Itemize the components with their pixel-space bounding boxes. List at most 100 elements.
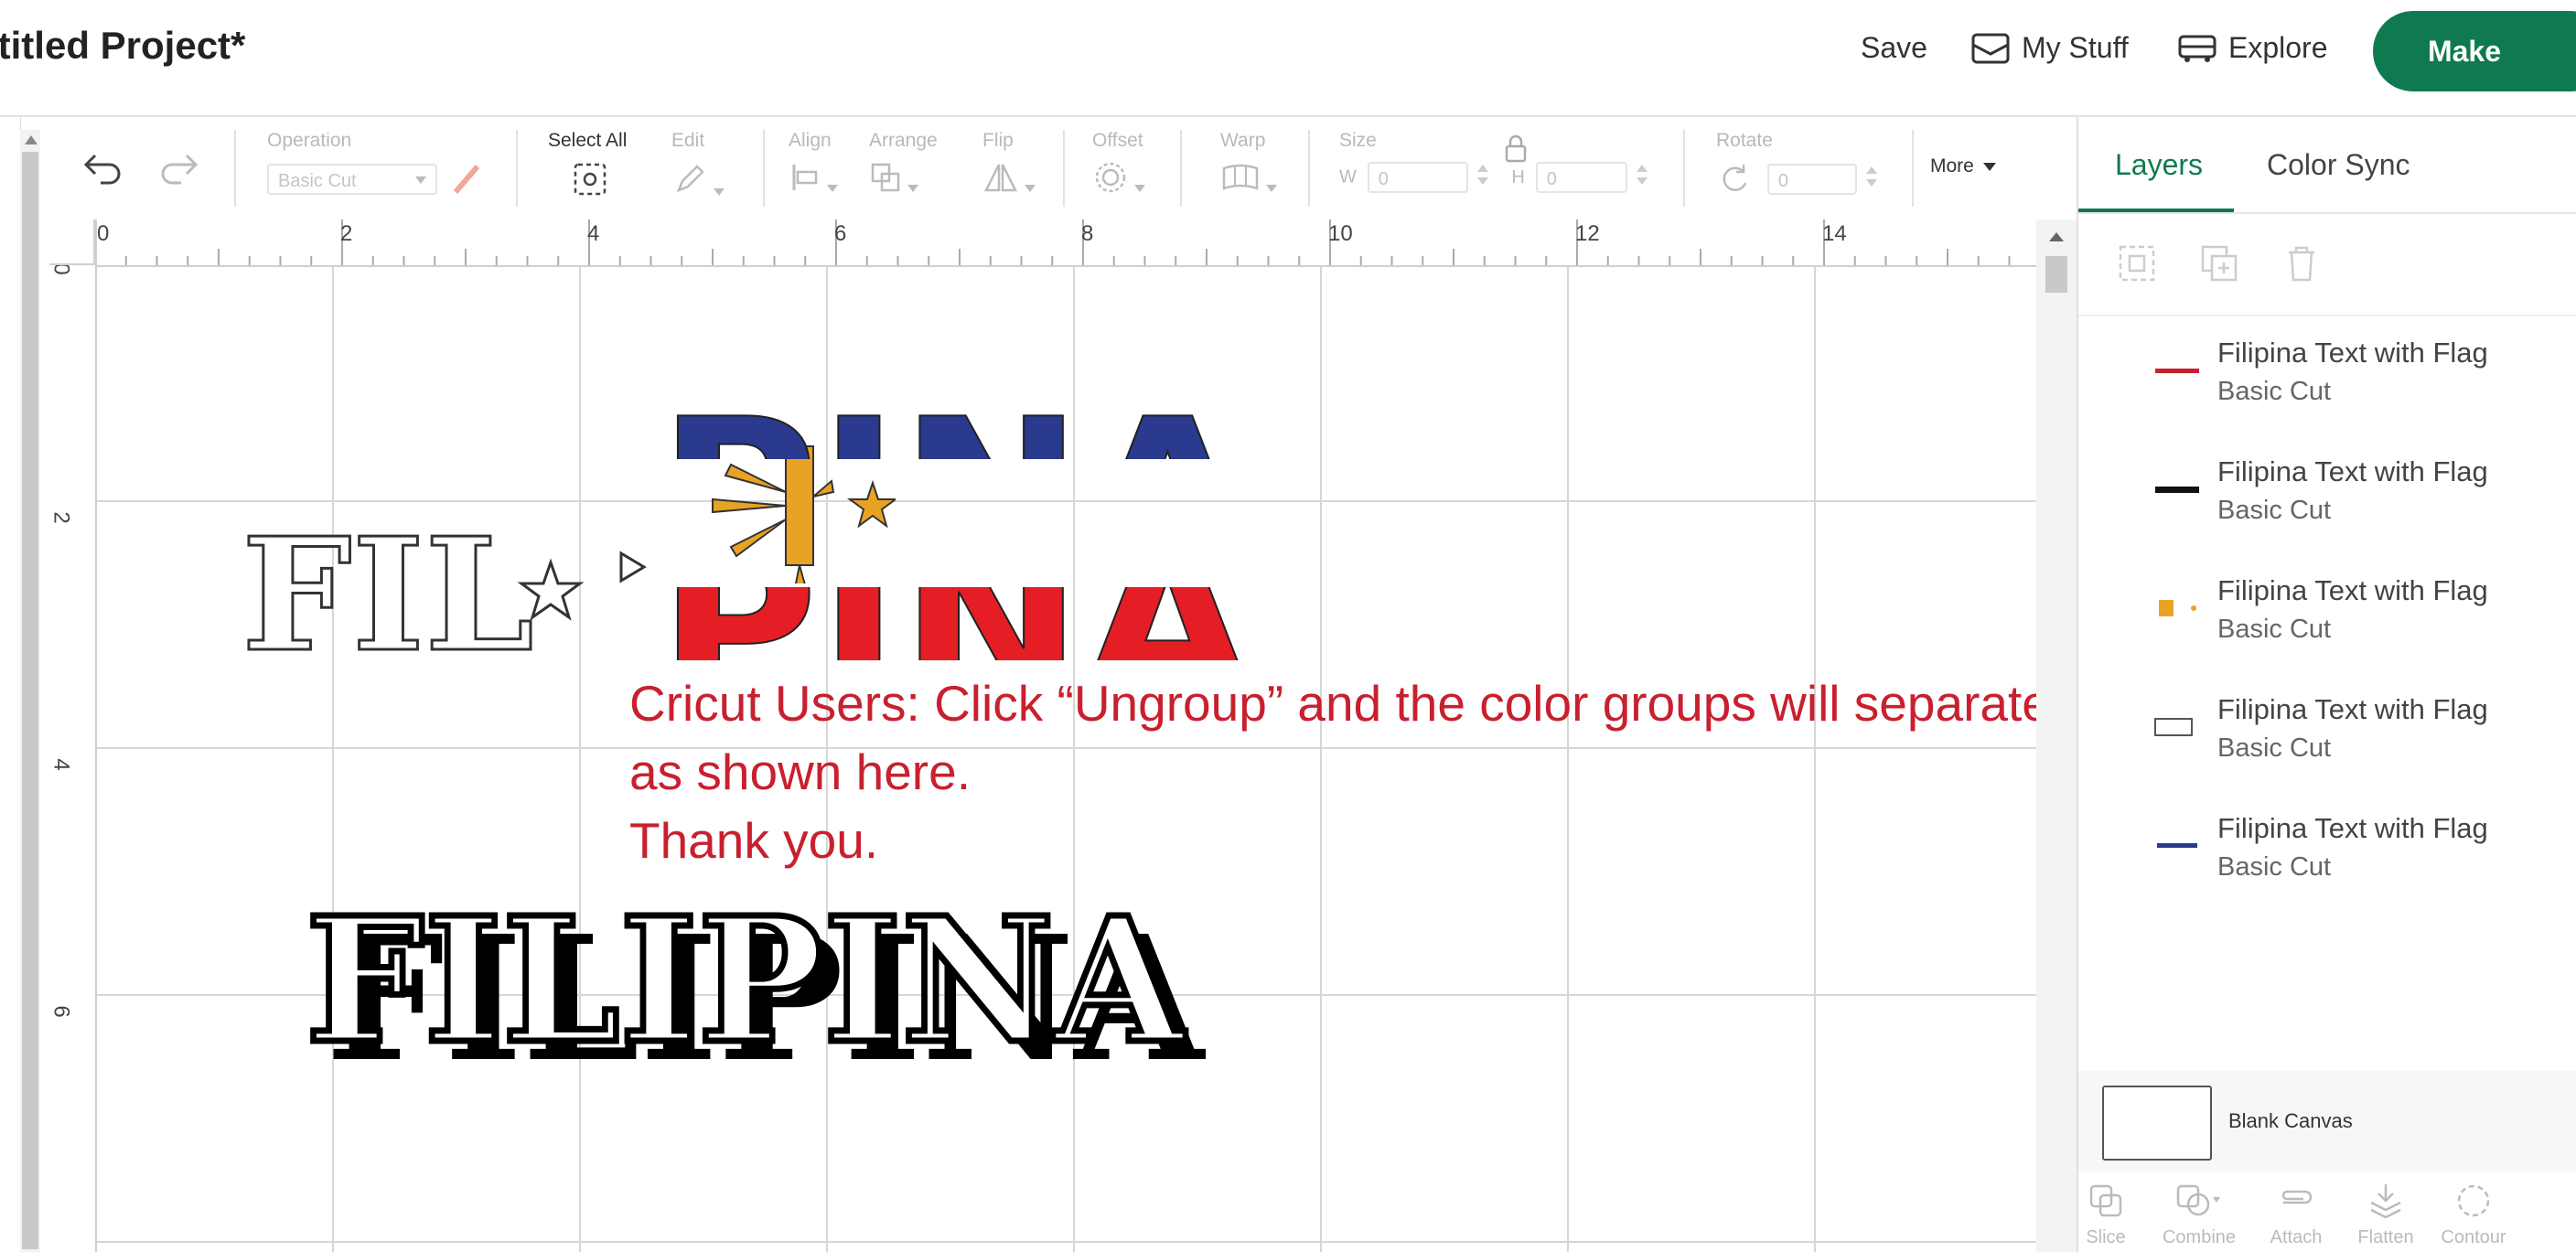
pen-color-icon[interactable]	[448, 161, 485, 198]
trash-icon[interactable]	[2281, 243, 2322, 284]
chevron-down-icon	[415, 177, 426, 184]
warp-icon	[1222, 164, 1259, 190]
flatten-button[interactable]: Flatten	[2340, 1182, 2431, 1248]
triangle-outline-icon	[619, 551, 647, 583]
undo-button[interactable]	[82, 148, 124, 189]
canvas-scrollbar[interactable]	[2036, 219, 2077, 1252]
blank-canvas-swatch[interactable]	[2102, 1086, 2212, 1161]
layer-row[interactable]: Filipina Text with Flag Basic Cut	[2078, 799, 2576, 918]
left-scrollbar[interactable]	[20, 130, 40, 1252]
layer-operation: Basic Cut	[2217, 733, 2332, 763]
scrollbar-thumb[interactable]	[22, 152, 38, 1249]
rotate-label: Rotate	[1716, 130, 1773, 151]
rotate-stepper-icon[interactable]	[1862, 163, 1886, 196]
rotate-input[interactable]: 0	[1766, 164, 1857, 195]
toolbar-divider	[1180, 130, 1182, 207]
flatten-icon	[2370, 1184, 2401, 1219]
select-all-button[interactable]: Select All	[548, 130, 627, 203]
layer-name: Filipina Text with Flag	[2217, 812, 2488, 844]
project-title[interactable]: ntitled Project*	[0, 24, 245, 68]
outline-layer-art[interactable]: FIL	[242, 503, 662, 686]
operation-select[interactable]: Basic Cut	[267, 164, 437, 195]
design-canvas[interactable]: FIL PINA PINA FILIPINA FILIPINA	[49, 219, 2036, 1252]
blue-layer-art[interactable]: PINA	[658, 395, 1261, 468]
tab-color-sync[interactable]: Color Sync	[2267, 148, 2410, 182]
edit-button[interactable]: Edit	[671, 130, 724, 203]
group-icon[interactable]	[2117, 243, 2157, 284]
operation-group: Operation Basic Cut	[267, 130, 485, 198]
ruler-label: 4	[587, 221, 600, 246]
edit-toolbar: Operation Basic Cut Select All Edit Alig…	[40, 117, 2077, 219]
toolbar-divider	[763, 130, 765, 207]
chevron-down-icon	[827, 185, 838, 193]
note-line-3: Thank you.	[629, 812, 879, 869]
chevron-down-icon	[1134, 185, 1145, 193]
make-button[interactable]: Make	[2373, 11, 2576, 91]
flatten-label: Flatten	[2357, 1227, 2414, 1247]
layer-thumbnail	[2154, 718, 2193, 736]
scroll-up-arrow-icon[interactable]	[2049, 232, 2064, 241]
combine-label: Combine	[2162, 1227, 2237, 1247]
layer-row[interactable]: Filipina Text with Flag Basic Cut	[2078, 443, 2576, 562]
blank-canvas-row[interactable]: Blank Canvas	[2078, 1071, 2576, 1172]
layer-operation: Basic Cut	[2217, 615, 2332, 644]
layer-row[interactable]: Filipina Text with Flag Basic Cut	[2078, 324, 2576, 443]
ruler-label: 2	[48, 511, 74, 524]
duplicate-icon[interactable]	[2199, 243, 2239, 284]
save-button[interactable]: Save	[1861, 31, 1927, 65]
contour-icon	[2457, 1184, 2490, 1217]
layer-row[interactable]: Filipina Text with Flag Basic Cut	[2078, 680, 2576, 799]
offset-button[interactable]: Offset	[1092, 130, 1145, 199]
height-input[interactable]: 0	[1535, 162, 1627, 193]
layer-actions-bar	[2078, 214, 2576, 316]
warp-button[interactable]: Warp	[1220, 130, 1277, 199]
align-button[interactable]: Align	[789, 130, 838, 199]
operation-value: Basic Cut	[278, 171, 357, 191]
scrollbar-thumb[interactable]	[2045, 256, 2067, 293]
redo-button[interactable]	[157, 148, 199, 189]
contour-button[interactable]: Contour	[2428, 1182, 2519, 1248]
ruler-label: 2	[340, 221, 353, 246]
left-panel-edge	[0, 117, 21, 1252]
width-label: W	[1339, 166, 1357, 187]
toolbar-divider	[234, 130, 236, 207]
filipina-word-art[interactable]: FILIPINA FILIPINA	[306, 876, 1239, 1087]
my-stuff-button[interactable]: My Stuff	[1970, 31, 2129, 65]
height-stepper-icon[interactable]	[1633, 161, 1657, 194]
toolbar-divider	[1308, 130, 1310, 207]
layer-name: Filipina Text with Flag	[2217, 574, 2488, 606]
save-label: Save	[1861, 31, 1927, 64]
lock-aspect-button[interactable]	[1502, 134, 1530, 167]
ruler-label: 6	[48, 1005, 74, 1018]
combine-button[interactable]: Combine	[2153, 1182, 2245, 1248]
layer-name: Filipina Text with Flag	[2217, 693, 2488, 725]
left-ruler: 0 2 4 6	[49, 219, 97, 1252]
width-value: 0	[1378, 169, 1389, 189]
toolbar-divider	[516, 130, 518, 207]
width-stepper-icon[interactable]	[1474, 161, 1497, 194]
toolbar-divider	[1063, 130, 1065, 207]
slice-button[interactable]: Slice	[2060, 1182, 2152, 1248]
star-icon	[846, 479, 896, 529]
explore-button[interactable]: Explore	[2177, 31, 2328, 65]
tab-layers[interactable]: Layers	[2115, 148, 2203, 182]
arrange-button[interactable]: Arrange	[869, 130, 938, 199]
bottom-tools-bar: Slice Combine Attach Flatten Contour	[2078, 1173, 2576, 1252]
arrange-label: Arrange	[869, 130, 938, 151]
chevron-down-icon	[1266, 185, 1277, 193]
filipina-main-text: FILIPINA	[306, 880, 1186, 1082]
scroll-up-arrow-icon[interactable]	[25, 135, 38, 144]
layer-row[interactable]: Filipina Text with Flag Basic Cut	[2078, 562, 2576, 680]
explore-label: Explore	[2228, 31, 2328, 64]
size-group: Size W 0 H 0	[1339, 130, 1657, 194]
flip-icon	[983, 164, 1018, 192]
undo-icon	[83, 154, 121, 185]
width-input[interactable]: 0	[1367, 162, 1468, 193]
flip-button[interactable]: Flip	[982, 130, 1036, 199]
red-layer-art[interactable]: PINA	[658, 587, 1261, 669]
attach-button[interactable]: Attach	[2250, 1182, 2342, 1248]
attach-label: Attach	[2270, 1227, 2323, 1247]
outline-fragment-text: FIL	[242, 504, 534, 686]
more-button[interactable]: More	[1930, 155, 1996, 177]
warp-label: Warp	[1220, 130, 1266, 151]
